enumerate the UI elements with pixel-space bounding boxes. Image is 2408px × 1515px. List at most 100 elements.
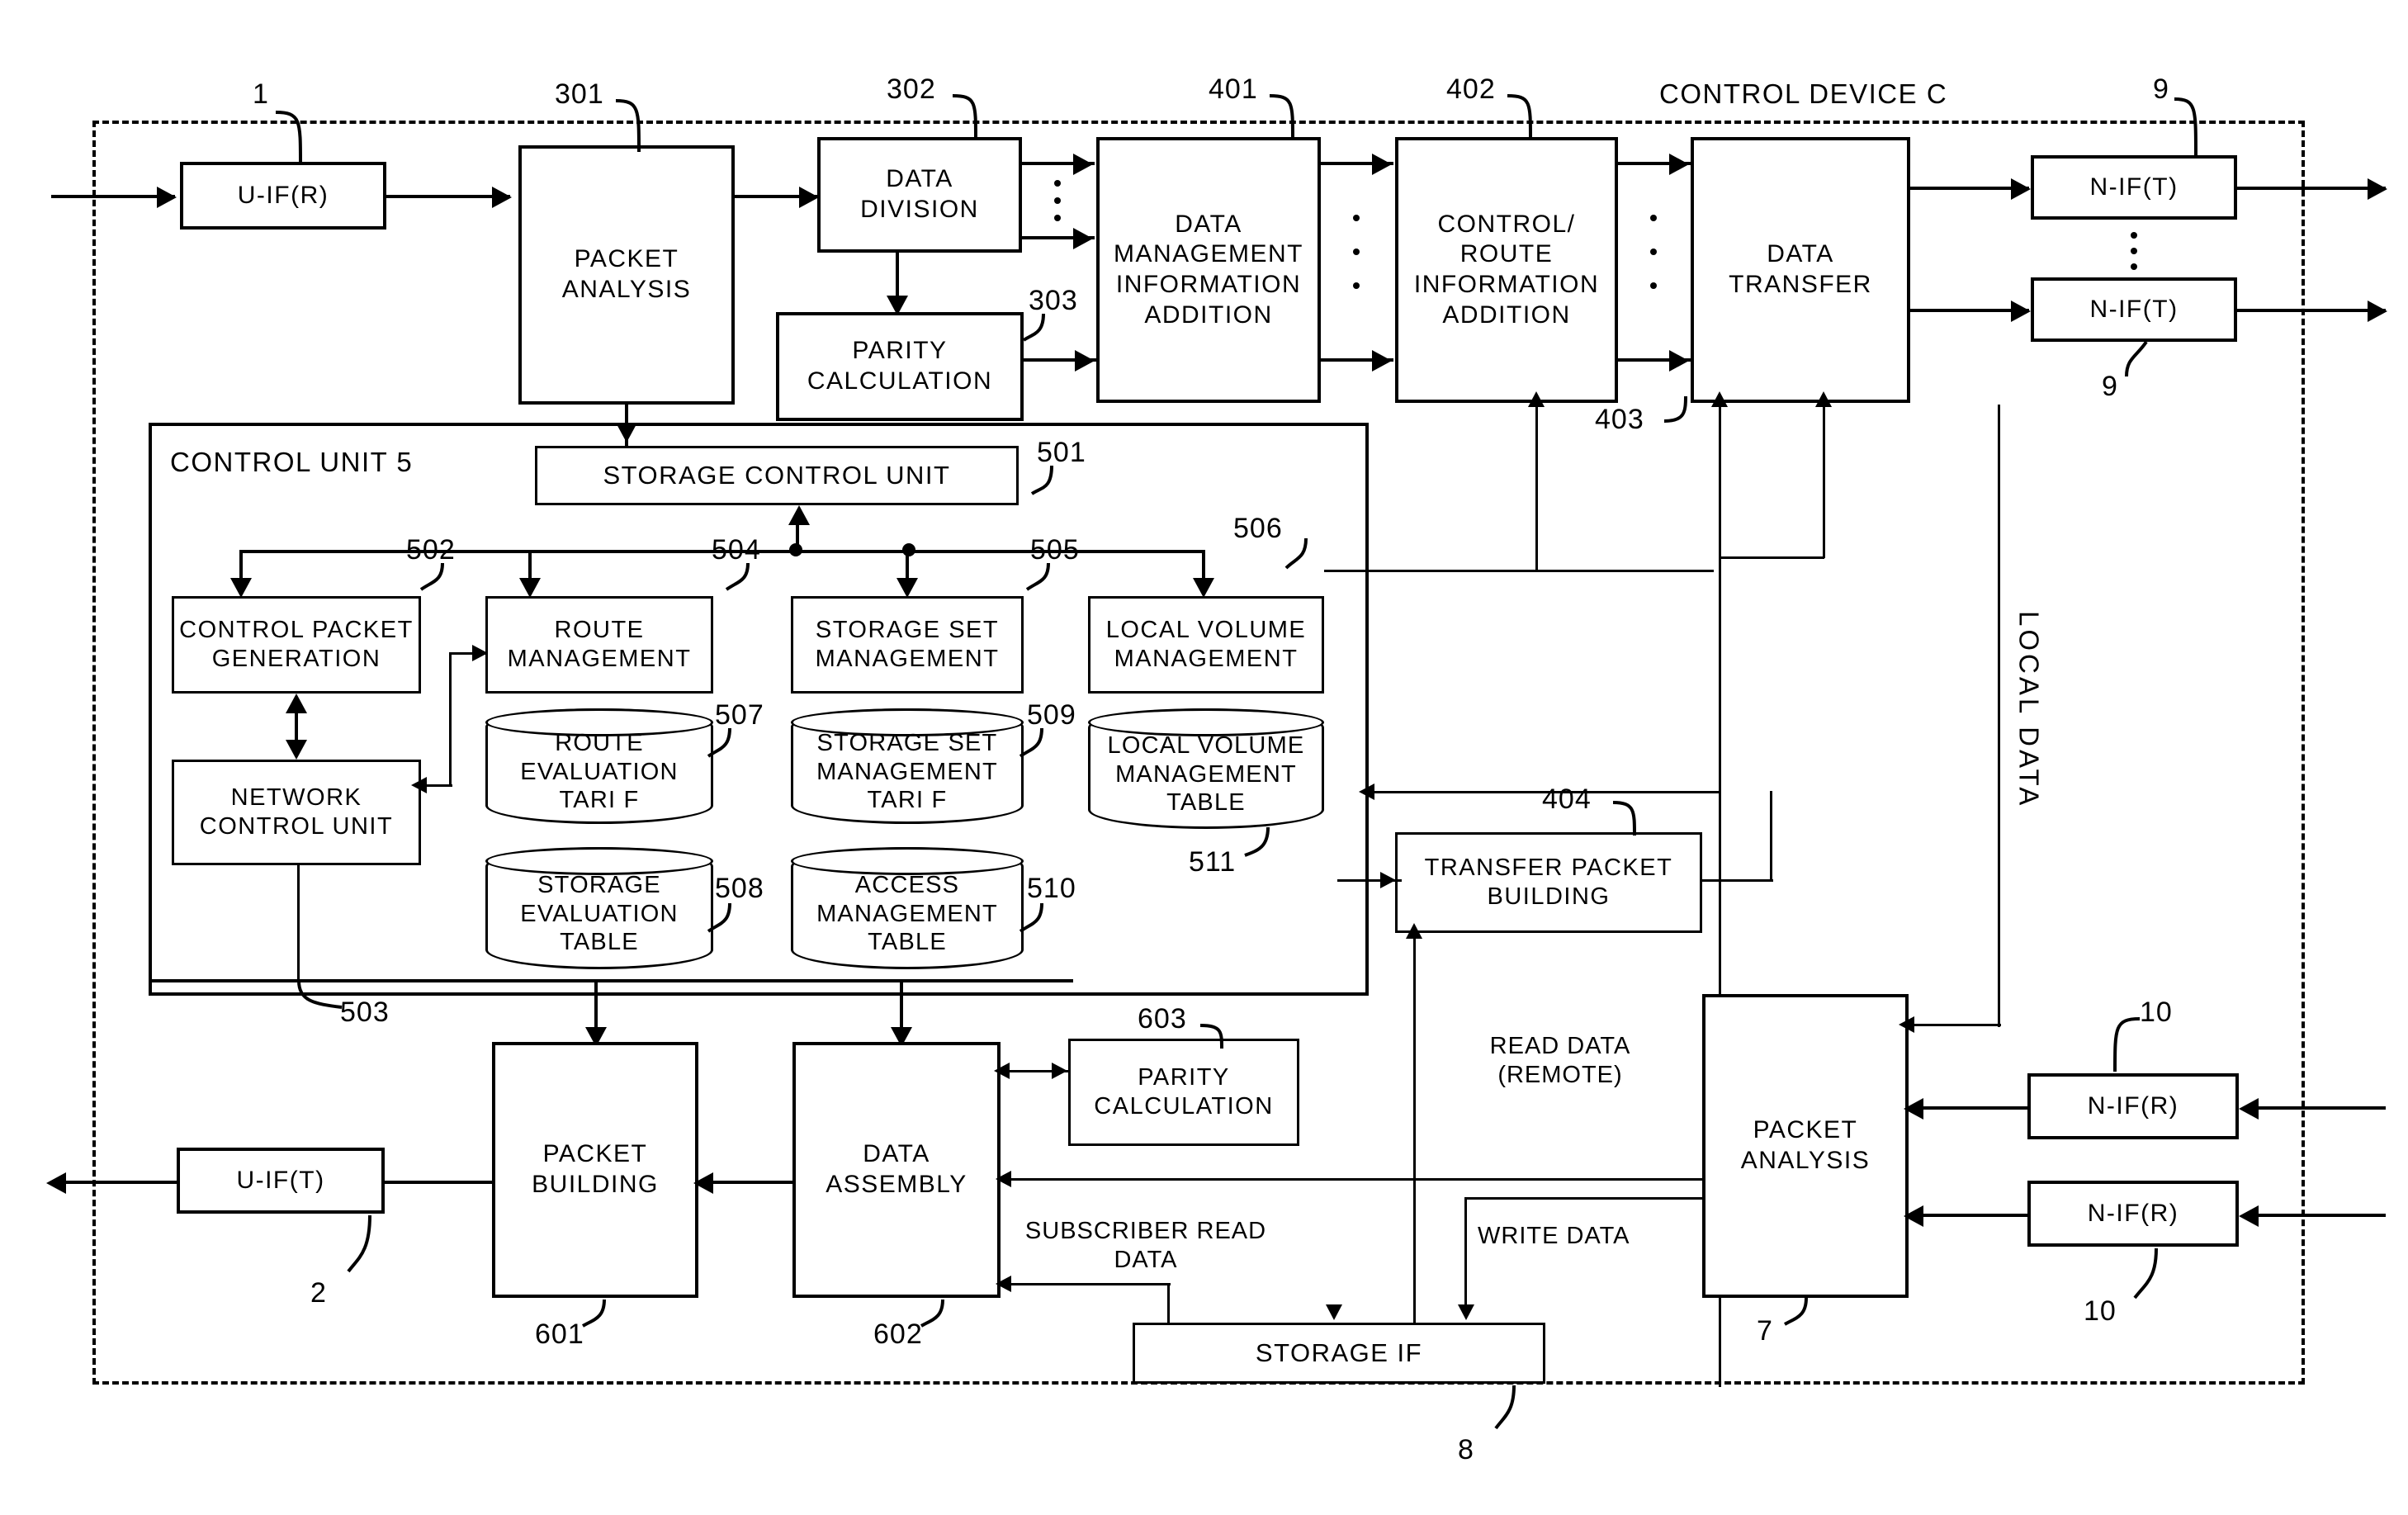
arrow-localdata-into-packetanalysis — [1899, 1016, 1914, 1033]
ref-8: 8 — [1458, 1434, 1474, 1465]
db-local-volume-management-table-label: LOCAL VOLUME MANAGEMENT TABLE — [1107, 731, 1305, 817]
ref-9-bottom: 9 — [2102, 371, 2118, 402]
leader-502 — [418, 561, 457, 601]
arrow-to-local-volume-management — [1193, 578, 1214, 598]
arrow-riser-to-routemgmt — [472, 645, 488, 661]
db-storage-evaluation-table-label: STORAGE EVALUATION TABLE — [520, 871, 679, 956]
arrow-packet-analysis-to-data-division — [799, 187, 819, 208]
line-write-data-from-packetanalysis — [1464, 1197, 1702, 1200]
block-u-if-r[interactable]: U-IF(R) — [180, 162, 386, 230]
block-storage-set-management[interactable]: STORAGE SET MANAGEMENT — [791, 596, 1024, 694]
db-route-evaluation-table[interactable]: ROUTE EVALUATION TARI F — [485, 708, 713, 824]
block-n-if-r-2[interactable]: N-IF(R) — [2027, 1181, 2239, 1247]
line-subscriber-read-riser — [1167, 1283, 1170, 1324]
db-local-volume-management-table[interactable]: LOCAL VOLUME MANAGEMENT TABLE — [1088, 708, 1324, 829]
arrow-bus-to-storagectrl — [788, 505, 810, 525]
block-n-if-t-2[interactable]: N-IF(T) — [2031, 277, 2237, 342]
block-network-control-unit[interactable]: NETWORK CONTROL UNIT — [172, 760, 421, 865]
bus-junction-dot-2 — [902, 543, 915, 556]
ref-10-top: 10 — [2140, 997, 2173, 1028]
block-transfer-packet-building[interactable]: TRANSFER PACKET BUILDING — [1395, 832, 1702, 933]
patent-figure-canvas: CONTROL DEVICE C U-IF(R) PACKET ANALYSIS… — [0, 0, 2408, 1515]
block-local-volume-management[interactable]: LOCAL VOLUME MANAGEMENT — [1088, 596, 1324, 694]
arrow-u-if-t-out — [46, 1172, 66, 1194]
line-u-if-t-out — [51, 1181, 177, 1184]
leader-511 — [1240, 826, 1289, 865]
db-storage-set-management-table[interactable]: STORAGE SET MANAGEMENT TARI F — [791, 708, 1024, 824]
leader-303 — [1001, 312, 1050, 355]
arrow-packetanalysis-to-storagectrl — [616, 423, 637, 443]
line-ncu-down-lead — [297, 865, 300, 981]
block-parity-calculation-bottom[interactable]: PARITY CALCULATION — [1068, 1039, 1299, 1146]
block-storage-if[interactable]: STORAGE IF — [1133, 1323, 1545, 1384]
line-bus2-to-bus1 — [1719, 556, 1824, 559]
leader-401 — [1268, 88, 1318, 144]
arrow-dataassembly-to-packetbuilding — [693, 1172, 713, 1194]
db-access-management-table[interactable]: ACCESS MANAGEMENT TABLE — [791, 847, 1024, 969]
leader-404 — [1611, 793, 1661, 839]
leader-9-top — [2173, 91, 2219, 159]
block-data-assembly[interactable]: DATA ASSEMBLY — [792, 1042, 1001, 1298]
block-n-if-r-1[interactable]: N-IF(R) — [2027, 1073, 2239, 1139]
leader-507 — [705, 727, 745, 769]
block-control-packet-generation[interactable]: CONTROL PACKET GENERATION — [172, 596, 421, 694]
arrow-to-storage-set-management — [896, 578, 918, 598]
line-packetanalysis-out-1 — [1461, 1178, 1705, 1181]
ref-603: 603 — [1138, 1003, 1187, 1034]
arrow-division-to-datamgmt-lower — [1073, 228, 1093, 249]
arrow-to-control-packet-generation — [230, 578, 252, 598]
line-localdata-vertical — [1998, 405, 2000, 1027]
block-packet-analysis-ingress[interactable]: PACKET ANALYSIS — [518, 145, 735, 405]
block-u-if-t[interactable]: U-IF(T) — [177, 1148, 385, 1214]
arrow-nift2-out — [2368, 301, 2387, 322]
ref-9-top: 9 — [2153, 73, 2169, 105]
arrow-to-route-management — [519, 578, 541, 598]
leader-10-top — [2075, 1012, 2141, 1078]
ref-302: 302 — [887, 73, 936, 105]
line-nifr1-in — [2257, 1106, 2386, 1110]
block-packet-building[interactable]: PACKET BUILDING — [492, 1042, 698, 1298]
control-unit-label: CONTROL UNIT 5 — [170, 447, 414, 477]
annotation-subscriber-read-data: SUBSCRIBER READ DATA — [1024, 1218, 1267, 1273]
leader-7 — [1781, 1296, 1831, 1336]
block-n-if-t-1[interactable]: N-IF(T) — [2031, 155, 2237, 220]
line-nifr2-to-packetanalysis — [1909, 1214, 2044, 1217]
ellipsis-division-outputs — [1053, 180, 1062, 221]
arrow-dataassembly-to-parity — [1052, 1063, 1067, 1079]
ref-404: 404 — [1542, 784, 1592, 815]
leader-504 — [723, 561, 763, 601]
line-tpb-out-right — [1702, 879, 1773, 882]
line-nift2-out — [2237, 309, 2386, 312]
db-storage-evaluation-table[interactable]: STORAGE EVALUATION TABLE — [485, 847, 713, 969]
arrow-nift1-out — [2368, 178, 2387, 200]
block-storage-control-unit[interactable]: STORAGE CONTROL UNIT — [535, 446, 1019, 505]
arrow-ctrlroute-to-datatransfer-lower — [1669, 350, 1689, 372]
block-route-management[interactable]: ROUTE MANAGEMENT — [485, 596, 713, 694]
leader-9-bottom — [2123, 340, 2169, 380]
leader-8 — [1491, 1384, 1540, 1437]
db-route-evaluation-table-label: ROUTE EVALUATION TARI F — [520, 729, 679, 814]
line-nifr2-in — [2257, 1214, 2386, 1217]
arrow-nifr2-in — [2239, 1205, 2259, 1227]
line-lvm-riser — [1535, 405, 1538, 571]
block-data-division[interactable]: DATA DIVISION — [817, 137, 1022, 253]
db-access-management-table-label: ACCESS MANAGEMENT TABLE — [816, 871, 998, 956]
ref-508: 508 — [715, 873, 764, 904]
arrow-uifr-to-packet-analysis — [492, 187, 512, 208]
ref-10-bottom: 10 — [2084, 1295, 2117, 1327]
line-packetbuilding-to-uift — [385, 1181, 492, 1184]
leader-10-bottom — [2133, 1247, 2183, 1304]
block-parity-calculation-top[interactable]: PARITY CALCULATION — [776, 312, 1024, 421]
block-data-management-information-addition[interactable]: DATA MANAGEMENT INFORMATION ADDITION — [1096, 137, 1321, 403]
line-localdata-into-packetanalysis — [1909, 1024, 2001, 1026]
block-packet-analysis-egress[interactable]: PACKET ANALYSIS — [1702, 994, 1909, 1298]
block-control-route-information-addition[interactable]: CONTROL/ ROUTE INFORMATION ADDITION — [1395, 137, 1618, 403]
block-data-transfer[interactable]: DATA TRANSFER — [1691, 137, 1910, 403]
line-subscriber-read-horizontal — [1007, 1283, 1171, 1285]
ellipsis-datamgmt-outputs — [1352, 215, 1360, 289]
arrow-into-storage-if-left — [1326, 1304, 1342, 1320]
leader-501 — [1017, 464, 1067, 509]
line-read-data-remote — [1413, 933, 1416, 1324]
control-device-label: CONTROL DEVICE C — [1659, 78, 1948, 109]
ref-7: 7 — [1757, 1315, 1773, 1347]
